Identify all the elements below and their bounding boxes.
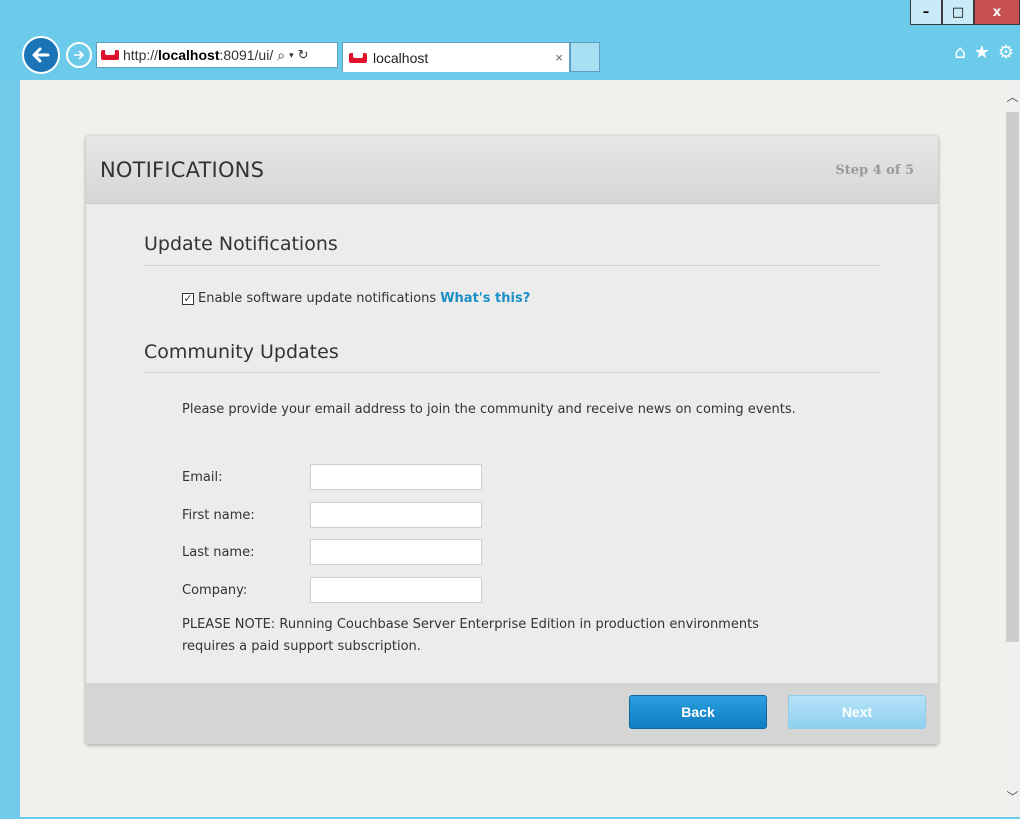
company-row: Company: [182,577,482,603]
step-indicator: Step 4 of 5 [835,163,914,178]
gear-icon[interactable]: ⚙ [998,42,1014,63]
company-field[interactable] [310,577,482,603]
update-notifications-heading: Update Notifications [144,233,338,255]
update-notifications-row: ✓ Enable software update notifications W… [182,291,530,306]
couchbase-favicon [349,52,367,63]
setup-wizard-dialog: NOTIFICATIONS Step 4 of 5 Update Notific… [86,136,938,744]
next-button[interactable]: Next [788,695,926,729]
address-url[interactable]: http://localhost:8091/ui/ [123,47,273,63]
browser-back-button[interactable] [22,36,60,74]
close-window-button[interactable]: x [974,0,1020,25]
dialog-footer: Back Next [86,683,938,744]
scroll-down-icon[interactable]: ﹀ [1005,788,1020,805]
search-icon[interactable]: ⌕ [277,47,285,64]
vertical-scrollbar[interactable]: ︿ ﹀ [1005,80,1020,819]
email-row: Email: [182,464,482,490]
browser-forward-button[interactable] [66,42,92,68]
last-name-label: Last name: [182,544,255,560]
dialog-header: NOTIFICATIONS Step 4 of 5 [86,136,938,204]
back-button[interactable]: Back [629,695,767,729]
close-tab-icon[interactable]: × [555,50,563,65]
tab-title: localhost [373,49,429,66]
scroll-thumb[interactable] [1006,112,1019,642]
scroll-up-icon[interactable]: ︿ [1005,88,1020,105]
checkbox-label: Enable software update notifications [198,291,437,306]
new-tab-button[interactable] [570,42,600,72]
email-field[interactable] [310,464,482,490]
couchbase-favicon [101,50,119,60]
star-icon[interactable]: ★ [974,42,990,63]
browser-right-icons: ⌂ ★ ⚙ [954,42,1014,63]
refresh-icon[interactable]: ↻ [298,47,309,63]
dropdown-arrow-icon[interactable]: ▾ [289,50,294,61]
section-divider [144,265,880,266]
first-name-row: First name: [182,502,482,528]
last-name-row: Last name: [182,539,482,565]
address-bar[interactable]: http://localhost:8091/ui/ ⌕ ▾ ↻ [96,42,338,68]
tab-localhost[interactable]: localhost × [342,42,570,72]
arrow-right-icon [74,50,85,60]
support-note: PLEASE NOTE: Running Couchbase Server En… [182,617,759,654]
update-notifications-checkbox[interactable]: ✓ [182,292,194,305]
maximize-button[interactable]: □ [942,0,974,25]
window-controls: – □ x [910,0,1020,26]
whats-this-link[interactable]: What's this? [440,291,530,306]
section-divider [144,372,880,373]
browser-chrome: – □ x http://localhost:8091/ui/ ⌕ ▾ ↻ lo… [0,0,1020,80]
home-icon[interactable]: ⌂ [954,42,965,63]
first-name-label: First name: [182,507,255,523]
last-name-field[interactable] [310,539,482,565]
first-name-field[interactable] [310,502,482,528]
community-description: Please provide your email address to joi… [182,402,796,417]
minimize-button[interactable]: – [910,0,942,25]
page-title: NOTIFICATIONS [100,158,265,182]
arrow-left-icon [32,47,50,63]
company-label: Company: [182,582,248,598]
community-updates-heading: Community Updates [144,341,339,363]
email-label: Email: [182,469,223,485]
